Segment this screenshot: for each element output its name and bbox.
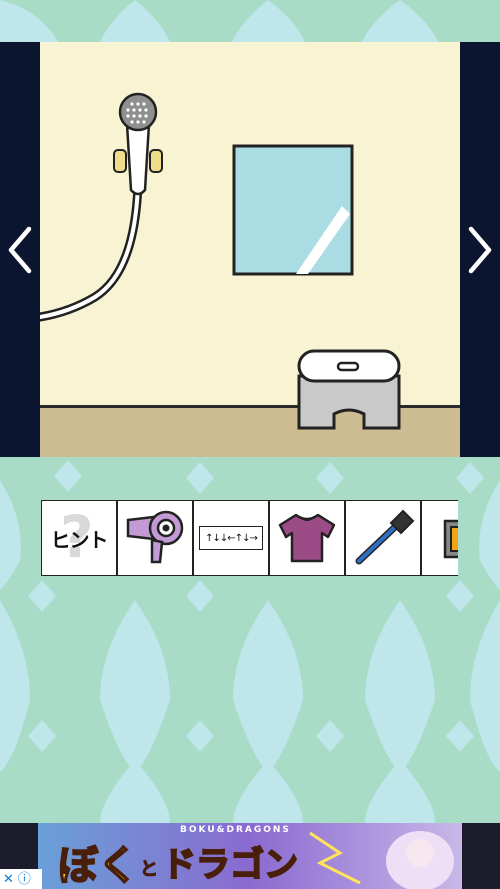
chevron-right-icon — [468, 226, 492, 273]
inventory-item-hair-dryer[interactable] — [117, 500, 193, 576]
info-icon: ⓘ — [17, 871, 31, 887]
shower-hose[interactable] — [40, 182, 150, 322]
inventory-item-t-shirt[interactable] — [269, 500, 345, 576]
inventory-item-arrow-code-paper[interactable]: ↑↓↓←↑↓→ — [193, 500, 269, 576]
arrow-code-icon: ↑↓↓←↑↓→ — [199, 526, 263, 550]
hair-dryer-icon — [126, 510, 184, 564]
ad-subtitle: BOKU&DRAGONS — [180, 825, 291, 835]
t-shirt-icon — [278, 513, 336, 563]
nav-left-button[interactable] — [0, 42, 40, 457]
bathroom-room — [40, 42, 460, 457]
mirror[interactable] — [232, 144, 356, 278]
ad-title-small: と — [140, 859, 159, 881]
ad-title-right: ドラゴン — [161, 844, 299, 886]
stool[interactable] — [296, 348, 402, 434]
inventory-item-toothbrush[interactable] — [345, 500, 421, 576]
box-icon — [443, 519, 458, 559]
chevron-left-icon — [8, 226, 32, 273]
game-scene — [0, 42, 500, 457]
inventory-bar: ? ヒント ↑↓↓←↑↓→ — [41, 500, 458, 576]
ad-banner[interactable]: BOKU&DRAGONS ぼく と ドラゴン — [0, 823, 500, 889]
nav-right-button[interactable] — [460, 42, 500, 457]
hint-button[interactable]: ? ヒント — [41, 500, 117, 576]
hint-label: ヒント — [50, 527, 109, 552]
inventory-item-box[interactable] — [421, 500, 458, 576]
ad-title-main: ぼく — [57, 842, 139, 889]
close-icon: ✕ — [3, 871, 14, 887]
shower-head[interactable] — [110, 92, 166, 202]
ad-close-button[interactable]: ✕ ⓘ — [0, 869, 42, 889]
toothbrush-icon — [355, 509, 415, 565]
arrow-code-text: ↑↓↓←↑↓→ — [205, 532, 258, 544]
